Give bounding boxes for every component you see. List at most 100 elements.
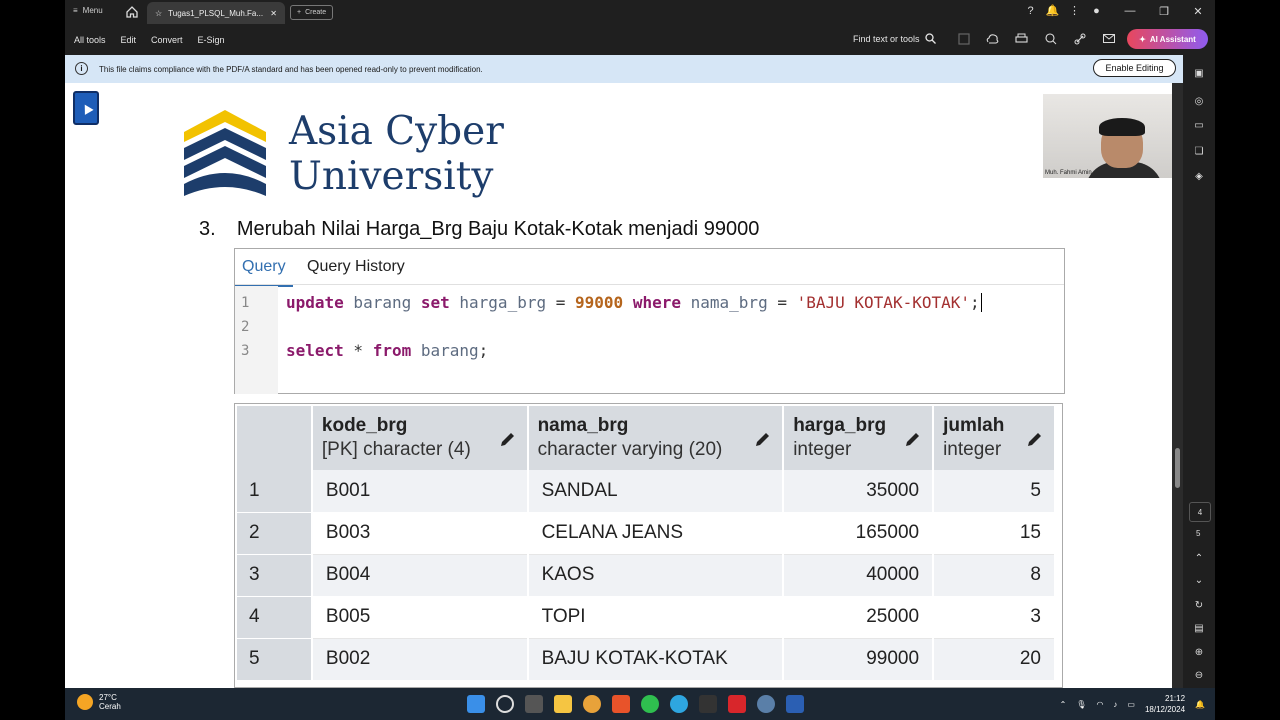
- column-header-nama-brg[interactable]: nama_brg character varying (20): [527, 406, 785, 470]
- apps-grid-icon[interactable]: ⋮: [1068, 4, 1081, 17]
- profile-icon[interactable]: ●: [1090, 4, 1103, 17]
- edit-pencil-icon[interactable]: [1026, 430, 1044, 448]
- chevron-down-icon[interactable]: ⌄: [1193, 574, 1205, 586]
- menu-edit[interactable]: Edit: [121, 35, 137, 45]
- query-tabs: Query Query History: [235, 249, 1064, 287]
- volume-icon[interactable]: ♪: [1113, 700, 1117, 709]
- cell-harga-brg[interactable]: 165000: [783, 512, 935, 555]
- bookmark-icon[interactable]: ▭: [1193, 119, 1205, 131]
- rotate-icon[interactable]: ↻: [1193, 599, 1205, 611]
- cell-jumlah[interactable]: 3: [933, 596, 1056, 639]
- clock[interactable]: 21:12 18/12/2024: [1145, 693, 1185, 715]
- code-line-1[interactable]: update barang set harga_brg = 99000 wher…: [286, 293, 982, 312]
- link-icon[interactable]: [1073, 32, 1086, 45]
- start-icon[interactable]: [467, 695, 485, 713]
- search-page-icon[interactable]: [1044, 32, 1057, 45]
- column-header-kode-brg[interactable]: kode_brg [PK] character (4): [311, 406, 529, 470]
- weather-widget[interactable]: 27°C Cerah: [77, 693, 121, 711]
- select-tool-icon[interactable]: [73, 91, 99, 125]
- current-page-field[interactable]: 4: [1189, 502, 1211, 522]
- cell-kode-brg[interactable]: B001: [311, 470, 529, 513]
- chevron-up-icon[interactable]: ⌃: [1060, 700, 1067, 709]
- file-explorer-icon[interactable]: [554, 695, 572, 713]
- notification-icon[interactable]: 🔔: [1195, 700, 1205, 709]
- cell-jumlah[interactable]: 15: [933, 512, 1056, 555]
- document-tab[interactable]: ☆ Tugas1_PLSQL_Muh.Fa... ✕: [147, 2, 285, 24]
- vertical-scrollbar[interactable]: [1172, 83, 1183, 688]
- edit-pencil-icon[interactable]: [499, 430, 517, 448]
- word-icon[interactable]: [786, 695, 804, 713]
- save-icon[interactable]: [957, 32, 970, 45]
- brave-icon[interactable]: [612, 695, 630, 713]
- table-row[interactable]: 1 B001 SANDAL 35000 5: [237, 470, 1056, 513]
- tab-query-history[interactable]: Query History: [307, 258, 405, 276]
- chrome-icon[interactable]: [583, 695, 601, 713]
- cell-harga-brg[interactable]: 35000: [783, 470, 935, 513]
- table-row[interactable]: 3 B004 KAOS 40000 8: [237, 554, 1056, 597]
- mail-icon[interactable]: [1102, 32, 1115, 45]
- pgadmin-icon[interactable]: [757, 695, 775, 713]
- minimize-icon[interactable]: —: [1113, 0, 1147, 22]
- table-row[interactable]: 2 B003 CELANA JEANS 165000 15: [237, 512, 1056, 555]
- enable-editing-button[interactable]: Enable Editing: [1093, 59, 1176, 77]
- cell-kode-brg[interactable]: B004: [311, 554, 529, 597]
- upload-icon[interactable]: [986, 32, 999, 45]
- link-share-icon[interactable]: ◎: [1193, 95, 1205, 107]
- table-row[interactable]: 5 B002 BAJU KOTAK-KOTAK 99000 20: [237, 638, 1056, 681]
- find-tools[interactable]: Find text or tools: [853, 33, 936, 44]
- task-view-icon[interactable]: [525, 695, 543, 713]
- cell-kode-brg[interactable]: B002: [311, 638, 529, 681]
- telegram-icon[interactable]: [670, 695, 688, 713]
- cell-jumlah[interactable]: 8: [933, 554, 1056, 597]
- pages-icon[interactable]: ❏: [1193, 145, 1205, 157]
- menu-all-tools[interactable]: All tools: [74, 35, 106, 45]
- cell-kode-brg[interactable]: B005: [311, 596, 529, 639]
- edit-pencil-icon[interactable]: [904, 430, 922, 448]
- edit-pencil-icon[interactable]: [754, 430, 772, 448]
- menu-convert[interactable]: Convert: [151, 35, 183, 45]
- chevron-up-icon[interactable]: ⌃: [1193, 552, 1205, 564]
- print-icon[interactable]: [1015, 32, 1028, 45]
- row-number: 4: [237, 596, 313, 639]
- whatsapp-icon[interactable]: [641, 695, 659, 713]
- comment-icon[interactable]: ▣: [1193, 67, 1205, 79]
- column-header-harga-brg[interactable]: harga_brg integer: [783, 406, 935, 470]
- cell-jumlah[interactable]: 20: [933, 638, 1056, 681]
- cell-harga-brg[interactable]: 40000: [783, 554, 935, 597]
- create-button[interactable]: + Create: [290, 5, 334, 20]
- close-tab-icon[interactable]: ✕: [270, 9, 277, 18]
- help-icon[interactable]: ?: [1024, 4, 1037, 17]
- cell-nama-brg[interactable]: KAOS: [527, 554, 785, 597]
- ai-assistant-button[interactable]: ✦ AI Assistant: [1127, 29, 1208, 49]
- menu-esign[interactable]: E-Sign: [198, 35, 225, 45]
- menu-button[interactable]: ≡ Menu: [73, 6, 103, 15]
- cell-nama-brg[interactable]: CELANA JEANS: [527, 512, 785, 555]
- cell-harga-brg[interactable]: 99000: [783, 638, 935, 681]
- acrobat-icon[interactable]: [728, 695, 746, 713]
- bell-icon[interactable]: 🔔: [1046, 4, 1060, 17]
- column-header-jumlah[interactable]: jumlah integer: [933, 406, 1056, 470]
- scroll-thumb[interactable]: [1175, 448, 1180, 488]
- search-icon[interactable]: [496, 695, 514, 713]
- microphone-icon[interactable]: 🎙: [1076, 700, 1086, 709]
- cell-jumlah[interactable]: 5: [933, 470, 1056, 513]
- tab-query[interactable]: Query: [235, 258, 293, 287]
- table-row[interactable]: 4 B005 TOPI 25000 3: [237, 596, 1056, 639]
- terminal-icon[interactable]: [699, 695, 717, 713]
- cell-harga-brg[interactable]: 25000: [783, 596, 935, 639]
- zoom-in-icon[interactable]: ⊕: [1193, 646, 1205, 658]
- battery-icon[interactable]: ▭: [1127, 700, 1135, 709]
- close-window-icon[interactable]: ✕: [1181, 0, 1215, 22]
- maximize-icon[interactable]: ❐: [1147, 0, 1181, 22]
- cell-kode-brg[interactable]: B003: [311, 512, 529, 555]
- code-line-3[interactable]: select * from barang;: [286, 341, 488, 360]
- cell-nama-brg[interactable]: BAJU KOTAK-KOTAK: [527, 638, 785, 681]
- wifi-icon[interactable]: ◠: [1096, 700, 1103, 709]
- zoom-out-icon[interactable]: ⊖: [1193, 669, 1205, 681]
- cell-nama-brg[interactable]: SANDAL: [527, 470, 785, 513]
- star-icon[interactable]: ☆: [155, 9, 162, 18]
- attachments-icon[interactable]: ◈: [1193, 170, 1205, 182]
- page-fit-icon[interactable]: ▤: [1193, 622, 1205, 634]
- home-icon[interactable]: [125, 5, 139, 19]
- cell-nama-brg[interactable]: TOPI: [527, 596, 785, 639]
